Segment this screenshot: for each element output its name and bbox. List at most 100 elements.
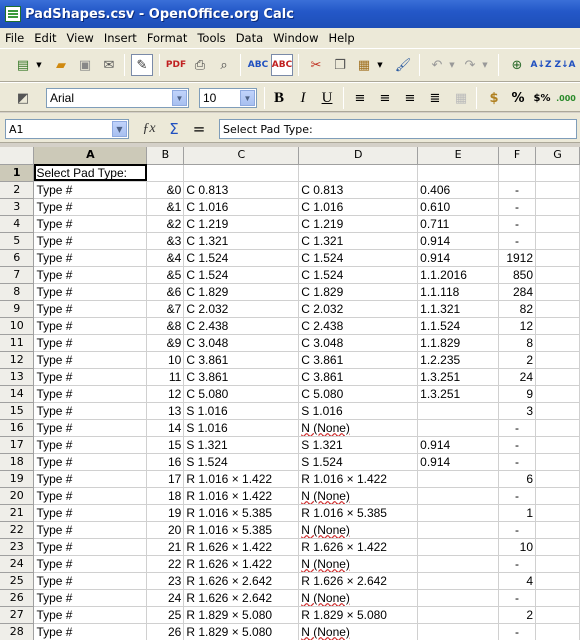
cell-f[interactable]: 2 [498,606,537,624]
cell-a[interactable]: Type # [33,623,148,640]
cell-d[interactable]: N (None) [298,487,419,505]
cell-b[interactable]: &2 [146,215,185,233]
cell-c[interactable] [183,164,300,182]
cell-e[interactable] [417,487,500,505]
paste-icon[interactable]: ▦ [353,54,375,76]
cell-f[interactable]: 2 [498,351,537,369]
menu-edit[interactable]: Edit [29,31,61,45]
cell-d[interactable]: C 3.048 [298,334,419,352]
cell-b[interactable]: 17 [146,470,185,488]
cell-b[interactable]: 21 [146,538,185,556]
cell-a[interactable]: Type # [33,402,148,420]
row-header[interactable]: 25 [0,572,35,590]
cell-c[interactable]: R 1.829 × 5.080 [183,623,300,640]
column-header-f[interactable]: F [498,147,537,165]
cell-c[interactable]: R 1.829 × 5.080 [183,606,300,624]
cell-b[interactable]: 22 [146,555,185,573]
row-header[interactable]: 28 [0,623,35,640]
cell-c[interactable]: C 1.524 [183,249,300,267]
menu-tools[interactable]: Tools [192,31,230,45]
cell-a[interactable]: Type # [33,436,148,454]
cell-f[interactable]: - [498,487,537,505]
cell-b[interactable]: &4 [146,249,185,267]
cell-b[interactable]: 24 [146,589,185,607]
cell-a[interactable]: Type # [33,351,148,369]
edit-file-icon[interactable]: ✎ [131,54,153,76]
cell-g[interactable] [535,283,580,301]
cell-a[interactable]: Type # [33,555,148,573]
cell-d[interactable]: N (None) [298,419,419,437]
column-header-b[interactable]: B [146,147,185,165]
cell-d[interactable]: C 5.080 [298,385,419,403]
cell-a[interactable]: Type # [33,470,148,488]
row-header[interactable]: 9 [0,300,35,318]
cut-icon[interactable]: ✂ [305,54,327,76]
function-wizard-icon[interactable]: ƒx [138,118,160,140]
cell-d[interactable]: R 1.016 × 1.422 [298,470,419,488]
cell-g[interactable] [535,436,580,454]
cell-g[interactable] [535,504,580,522]
cell-b[interactable] [146,164,185,182]
cell-e[interactable] [417,164,500,182]
cell-c[interactable]: C 3.048 [183,334,300,352]
cell-c[interactable]: R 1.626 × 1.422 [183,538,300,556]
cell-f[interactable]: 12 [498,317,537,335]
cell-c[interactable]: C 2.438 [183,317,300,335]
cell-e[interactable]: 1.1.321 [417,300,500,318]
cell-a[interactable]: Select Pad Type: [33,164,148,182]
cell-g[interactable] [535,300,580,318]
font-name-box[interactable]: Arial ▼ [46,88,189,108]
cell-g[interactable] [535,266,580,284]
cell-f[interactable]: - [498,232,537,250]
cell-f[interactable]: - [498,198,537,216]
undo-icon[interactable]: ↶ [426,54,448,76]
row-header[interactable]: 22 [0,521,35,539]
column-header-d[interactable]: D [298,147,419,165]
cell-d[interactable]: S 1.016 [298,402,419,420]
cell-c[interactable]: C 3.861 [183,351,300,369]
cell-c[interactable]: S 1.524 [183,453,300,471]
cell-g[interactable] [535,317,580,335]
cell-d[interactable]: C 3.861 [298,368,419,386]
cell-d[interactable]: C 1.829 [298,283,419,301]
cell-f[interactable]: 850 [498,266,537,284]
cell-g[interactable] [535,215,580,233]
cell-e[interactable]: 1.1.829 [417,334,500,352]
open-folder-icon[interactable]: ▰ [50,54,72,76]
undo-dropdown-icon[interactable]: ▼ [448,54,456,76]
cell-f[interactable]: - [498,555,537,573]
align-left-icon[interactable]: ≡ [349,87,371,109]
row-header[interactable]: 8 [0,283,35,301]
cell-a[interactable]: Type # [33,419,148,437]
cell-f[interactable]: - [498,436,537,454]
print-preview-icon[interactable]: ⌕ [213,54,235,76]
cell-c[interactable]: S 1.016 [183,419,300,437]
cell-d[interactable]: N (None) [298,589,419,607]
cell-f[interactable]: - [498,623,537,640]
cell-a[interactable]: Type # [33,300,148,318]
cell-a[interactable]: Type # [33,589,148,607]
cell-b[interactable]: 25 [146,606,185,624]
cell-g[interactable] [535,623,580,640]
column-header-a[interactable]: A [33,147,148,165]
cell-e[interactable]: 1.3.251 [417,385,500,403]
cell-d[interactable]: R 1.626 × 2.642 [298,572,419,590]
cell-f[interactable]: - [498,181,537,199]
row-header[interactable]: 24 [0,555,35,573]
cell-a[interactable]: Type # [33,538,148,556]
cell-b[interactable]: &8 [146,317,185,335]
percent-format-icon[interactable]: % [507,87,529,109]
cell-g[interactable] [535,470,580,488]
cell-d[interactable]: R 1.016 × 5.385 [298,504,419,522]
formula-input[interactable]: Select Pad Type: [219,119,577,139]
cell-f[interactable]: 10 [498,538,537,556]
new-dropdown-icon[interactable]: ▼ [35,54,43,76]
cell-c[interactable]: R 1.016 × 1.422 [183,487,300,505]
cell-d[interactable]: C 1.016 [298,198,419,216]
row-header[interactable]: 21 [0,504,35,522]
justify-icon[interactable]: ≣ [424,87,446,109]
autospellcheck-icon[interactable]: ABC [271,54,293,76]
cell-a[interactable]: Type # [33,572,148,590]
cell-e[interactable] [417,504,500,522]
cell-d[interactable]: C 2.032 [298,300,419,318]
